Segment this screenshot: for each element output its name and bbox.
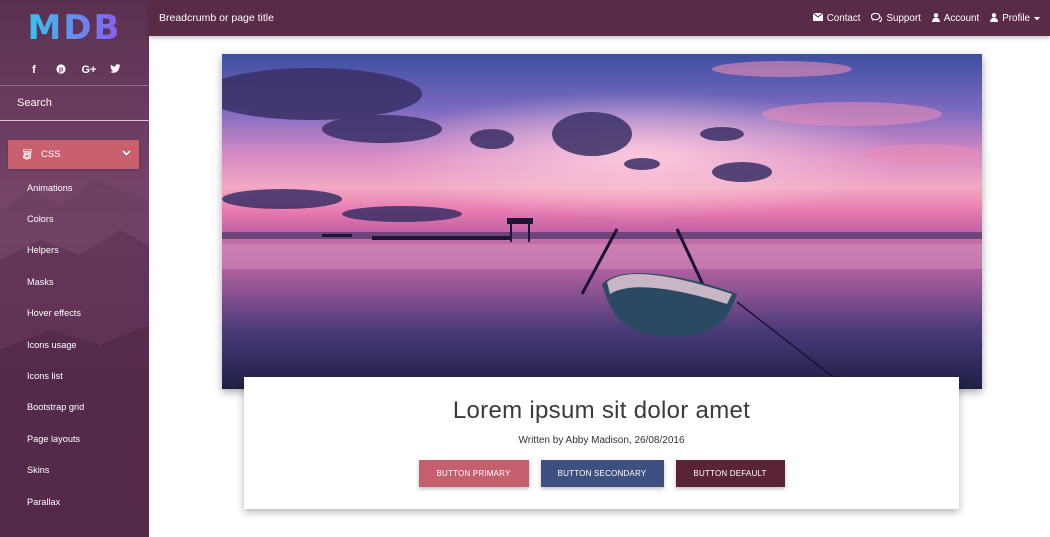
card-title: Lorem ipsum sit dolor amet xyxy=(452,397,751,424)
search-underline xyxy=(0,120,149,121)
chevron-down-icon xyxy=(122,148,131,158)
button-default[interactable]: BUTTON DEFAULT xyxy=(675,460,785,487)
sidebar-search[interactable]: Search xyxy=(0,86,149,120)
pinterest-icon[interactable]: p xyxy=(55,63,68,77)
sidebar-item-helpers[interactable]: Helpers xyxy=(0,235,149,266)
breadcrumb: Breadcrumb or page title xyxy=(159,12,274,24)
support-label: Support xyxy=(886,12,921,24)
sidebar-item-parallax[interactable]: Parallax xyxy=(0,486,149,517)
profile-dropdown[interactable]: Profile xyxy=(990,13,1040,24)
sidebar-item-page-layouts[interactable]: Page layouts xyxy=(0,423,149,454)
top-nav-links: Contact Support Account Profile xyxy=(812,12,1040,24)
sidebar-item-css[interactable]: CSS xyxy=(8,140,139,169)
logo-text: MDB xyxy=(27,7,122,48)
card-buttons: BUTTON PRIMARY BUTTON SECONDARY BUTTON D… xyxy=(244,460,959,487)
card-byline: Written by Abby Madison, 26/08/2016 xyxy=(518,435,685,446)
css3-icon xyxy=(21,149,32,160)
profile-label: Profile xyxy=(1002,12,1030,24)
user-icon xyxy=(990,12,999,24)
social-links: f p G+ xyxy=(0,55,149,85)
sunset-lake-image xyxy=(222,54,982,389)
twitter-icon[interactable] xyxy=(109,64,122,76)
sidebar-item-masks[interactable]: Masks xyxy=(0,266,149,297)
sidebar-item-animations[interactable]: Animations xyxy=(0,172,149,203)
contact-label: Contact xyxy=(826,12,861,24)
hero-image xyxy=(222,54,982,389)
sidebar-item-label: CSS xyxy=(41,149,61,160)
support-link[interactable]: Support xyxy=(871,12,921,24)
account-link[interactable]: Account xyxy=(931,12,980,24)
button-primary[interactable]: BUTTON PRIMARY xyxy=(418,460,529,487)
svg-text:p: p xyxy=(59,66,63,73)
google-plus-icon[interactable]: G+ xyxy=(82,64,97,76)
contact-link[interactable]: Contact xyxy=(812,12,861,24)
top-navbar: Breadcrumb or page title Contact Support… xyxy=(149,0,1050,36)
sidebar-item-skins[interactable]: Skins xyxy=(0,455,149,486)
sidebar-item-colors[interactable]: Colors xyxy=(0,203,149,234)
account-label: Account xyxy=(943,12,980,24)
button-secondary[interactable]: BUTTON SECONDARY xyxy=(540,460,664,487)
sidebar-item-bootstrap-grid[interactable]: Bootstrap grid xyxy=(0,392,149,423)
facebook-icon[interactable]: f xyxy=(28,64,41,76)
sidebar-item-icons-list[interactable]: Icons list xyxy=(0,360,149,391)
sidebar-item-icons-usage[interactable]: Icons usage xyxy=(0,329,149,360)
envelope-icon xyxy=(812,12,824,23)
sidebar-item-hover-effects[interactable]: Hover effects xyxy=(0,298,149,329)
sidebar: MDB f p G+ Search CSS Animations Colors … xyxy=(0,0,149,537)
css-submenu: Animations Colors Helpers Masks Hover ef… xyxy=(0,172,149,517)
content-card: Lorem ipsum sit dolor amet Written by Ab… xyxy=(244,377,959,509)
user-icon xyxy=(931,12,940,24)
logo[interactable]: MDB xyxy=(0,0,149,55)
search-label: Search xyxy=(17,97,52,109)
caret-down-icon xyxy=(1034,13,1040,24)
comments-icon xyxy=(871,12,883,24)
